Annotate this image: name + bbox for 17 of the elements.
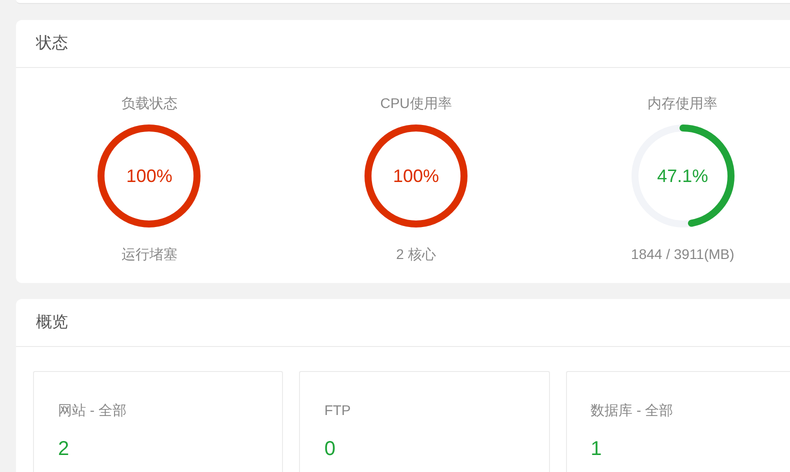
gauge-label: CPU使用率: [380, 94, 452, 112]
gauge-value: 100%: [125, 166, 174, 186]
gauge-caption: 运行堵塞: [121, 245, 178, 263]
gauge-caption: 1844 / 3911(MB): [631, 245, 734, 263]
panel-title: 概览: [36, 313, 68, 333]
gauge-label: 内存使用率: [648, 94, 718, 112]
card-value: 1: [590, 438, 602, 460]
card-label: 网站 - 全部: [58, 401, 128, 419]
card-value: 0: [324, 438, 336, 460]
card-label: FTP: [324, 401, 352, 419]
card-label: 数据库 - 全部: [590, 401, 674, 419]
panel-title: 状态: [36, 34, 68, 54]
gauge-value: 100%: [392, 166, 440, 186]
card-value: 2: [58, 438, 70, 460]
gauge-caption: 2 核心: [396, 245, 436, 263]
gauge-label: 负载状态: [121, 94, 178, 112]
gauge-value: 47.1%: [656, 166, 710, 186]
